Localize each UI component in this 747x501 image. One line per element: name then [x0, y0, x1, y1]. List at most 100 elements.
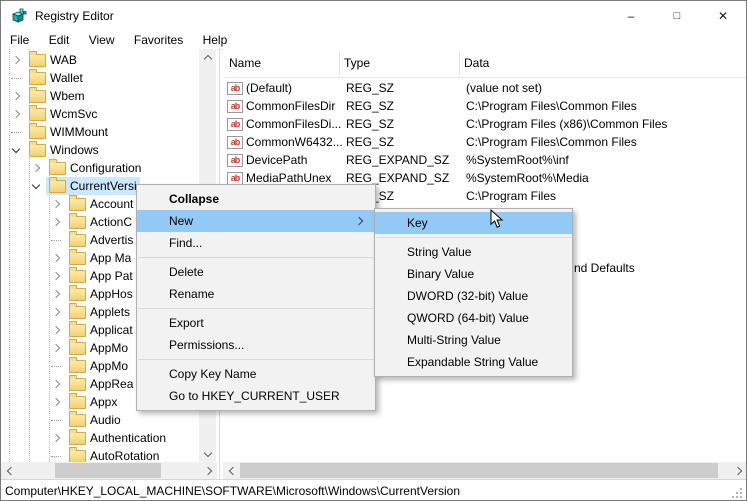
tree-item-account[interactable]: Account [1, 194, 136, 213]
chevron-right-icon[interactable] [51, 397, 66, 407]
status-bar: Computer\HKEY_LOCAL_MACHINE\SOFTWARE\Mic… [1, 479, 746, 500]
folder-icon [69, 356, 86, 373]
menu-item-find[interactable]: Find... [137, 232, 375, 254]
submenu-item-qword-value[interactable]: QWORD (64-bit) Value [375, 307, 572, 329]
folder-icon [29, 86, 46, 103]
tree-item-wab[interactable]: WAB [1, 50, 80, 69]
maximize-button[interactable]: □ [654, 1, 700, 31]
chevron-down-icon[interactable] [11, 144, 26, 154]
chevron-right-icon[interactable] [11, 55, 26, 65]
folder-icon [69, 410, 86, 427]
resize-grip-icon[interactable] [740, 496, 742, 498]
tree-item-label: Applicat [90, 323, 133, 337]
value-row[interactable]: ab CommonFilesDir REG_SZ C:\Program Files\C… [223, 97, 746, 115]
submenu-item-dword-value[interactable]: DWORD (32-bit) Value [375, 285, 572, 307]
tree-item-application[interactable]: Applicat [1, 320, 136, 339]
tree-item-wimmount[interactable]: WIMMount [1, 122, 111, 141]
chevron-down-icon[interactable] [31, 180, 46, 190]
menu-view[interactable]: View [81, 31, 123, 49]
value-type: REG_SZ [346, 135, 395, 149]
menu-file[interactable]: File [2, 31, 37, 49]
tree-item-applets[interactable]: Applets [1, 302, 133, 321]
scroll-down-icon[interactable] [199, 445, 216, 462]
column-divider[interactable] [459, 51, 460, 75]
chevron-right-icon[interactable] [51, 271, 66, 281]
scroll-up-icon[interactable] [199, 49, 216, 66]
tree-item-appreadiness[interactable]: AppRea [1, 374, 136, 393]
tree-item-wcmsvc[interactable]: WcmSvc [1, 104, 100, 123]
column-header-type[interactable]: Type [344, 49, 370, 77]
submenu-item-binary-value[interactable]: Binary Value [375, 263, 572, 285]
tree-item-appmodelunlock[interactable]: AppMo [1, 356, 131, 375]
menu-item-rename[interactable]: Rename [137, 283, 375, 305]
tree-horizontal-scrollbar[interactable] [1, 462, 217, 479]
menu-item-delete[interactable]: Delete [137, 261, 375, 283]
chevron-right-icon[interactable] [51, 379, 66, 389]
tree-item-wallet[interactable]: Wallet [1, 68, 86, 87]
scrollbar-thumb[interactable] [240, 463, 718, 478]
menu-item-export[interactable]: Export [137, 312, 375, 334]
scrollbar-thumb[interactable] [55, 463, 161, 478]
menu-edit[interactable]: Edit [41, 31, 78, 49]
scroll-left-icon[interactable] [223, 462, 240, 479]
menu-item-collapse[interactable]: Collapse [137, 188, 375, 210]
chevron-right-icon[interactable] [51, 433, 66, 443]
chevron-right-icon[interactable] [51, 217, 66, 227]
column-header-data[interactable]: Data [464, 49, 489, 77]
chevron-right-icon[interactable] [51, 325, 66, 335]
chevron-right-icon[interactable] [51, 253, 66, 263]
folder-icon [29, 50, 46, 67]
tree-item-configuration[interactable]: Configuration [1, 158, 144, 177]
folder-icon [69, 212, 86, 229]
menu-item-copy-key-name[interactable]: Copy Key Name [137, 363, 375, 385]
column-header-name[interactable]: Name [229, 49, 261, 77]
chevron-right-icon[interactable] [51, 289, 66, 299]
scroll-right-icon[interactable] [730, 462, 746, 479]
scroll-right-icon[interactable] [200, 462, 217, 479]
chevron-right-icon[interactable] [11, 109, 26, 119]
tree-item-app-management[interactable]: App Ma [1, 248, 134, 267]
chevron-right-icon[interactable] [31, 163, 46, 173]
menu-item-permissions[interactable]: Permissions... [137, 334, 375, 356]
tree-item-wbem[interactable]: Wbem [1, 86, 88, 105]
tree-item-label: Account [90, 197, 134, 211]
folder-icon [69, 194, 86, 211]
tree-item-app-paths[interactable]: App Pat [1, 266, 136, 285]
column-divider[interactable] [339, 51, 340, 75]
submenu-item-string-value[interactable]: String Value [375, 241, 572, 263]
submenu-item-expandable-string-value[interactable]: Expandable String Value [375, 351, 572, 373]
submenu-item-key[interactable]: Key [375, 212, 572, 234]
chevron-right-icon[interactable] [51, 307, 66, 317]
value-name: (Default) [246, 81, 293, 95]
chevron-right-icon[interactable] [11, 91, 26, 101]
tree-item-label: Appx [90, 395, 118, 409]
tree-item-label: Wallet [50, 71, 83, 85]
menu-item-goto-hkcu[interactable]: Go to HKEY_CURRENT_USER [137, 385, 375, 407]
value-row[interactable]: ab (Default) REG_SZ (value not set) [223, 79, 746, 97]
value-row[interactable]: ab DevicePath REG_EXPAND_SZ %SystemRoot%\in… [223, 151, 746, 169]
close-button[interactable]: ✕ [700, 1, 746, 31]
tree-item-advertising[interactable]: Advertis [1, 230, 136, 249]
value-row[interactable]: ab CommonW6432... REG_SZ C:\Program Files\C… [223, 133, 746, 151]
tree-item-currentversion[interactable]: CurrentVersi [1, 176, 140, 195]
tree-item-actioncenter[interactable]: ActionC [1, 212, 135, 231]
submenu-item-multi-string-value[interactable]: Multi-String Value [375, 329, 572, 351]
tree-item-authentication[interactable]: Authentication [1, 428, 169, 447]
tree-item-apphost[interactable]: AppHos [1, 284, 136, 303]
tree-item-audio[interactable]: Audio [1, 410, 124, 429]
scroll-left-icon[interactable] [1, 462, 18, 479]
tree-item-windows[interactable]: Windows [1, 140, 102, 159]
menu-separator [138, 257, 374, 258]
chevron-right-icon[interactable] [51, 343, 66, 353]
list-horizontal-scrollbar[interactable] [223, 462, 746, 479]
menu-item-new[interactable]: New [137, 210, 375, 232]
tree-item-appx[interactable]: Appx [1, 392, 120, 411]
chevron-right-icon[interactable] [51, 199, 66, 209]
menu-help[interactable]: Help [195, 31, 236, 49]
value-row[interactable]: ab CommonFilesDi... REG_SZ C:\Program Files… [223, 115, 746, 133]
menu-favorites[interactable]: Favorites [126, 31, 191, 49]
tree-item-label: AutoRotation [90, 449, 160, 462]
tree-item-appmodel[interactable]: AppMo [1, 338, 131, 357]
minimize-button[interactable]: – [608, 1, 654, 31]
tree-item-autorotation[interactable]: AutoRotation [1, 446, 162, 462]
